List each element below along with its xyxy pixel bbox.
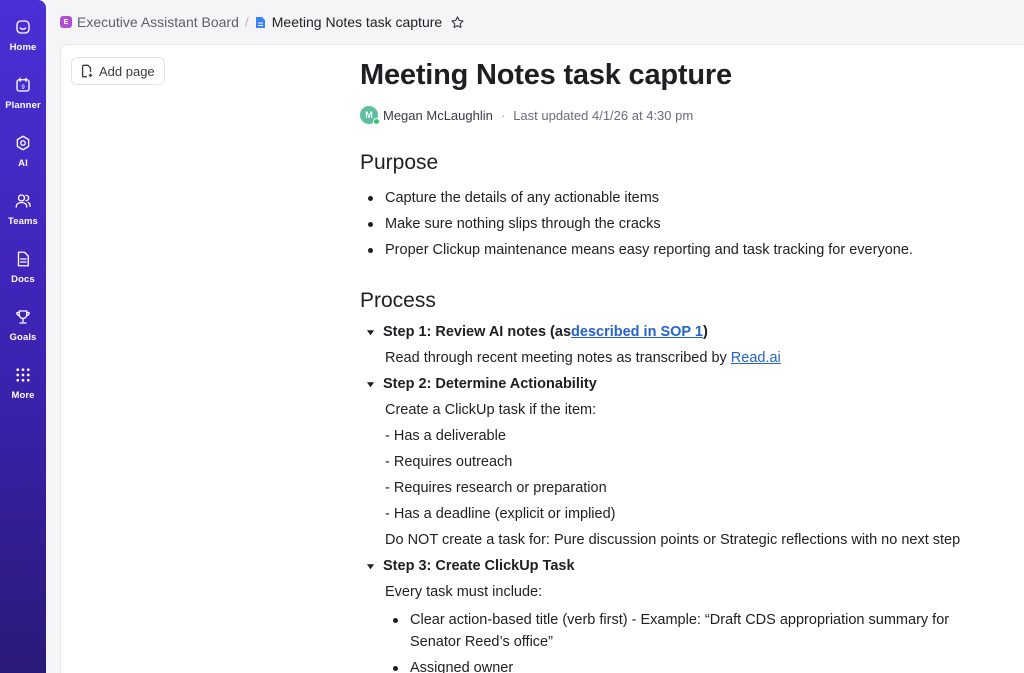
step-2-line: - Has a deliverable <box>385 428 506 444</box>
caret-down-icon[interactable] <box>366 562 375 571</box>
doc-panel: Add page Meeting Notes task capture M Me… <box>60 44 1024 673</box>
step-2-line: Do NOT create a task for: Pure discussio… <box>385 532 961 548</box>
doc-icon <box>255 16 265 28</box>
nav-home[interactable]: Home <box>0 10 46 68</box>
calendar-icon: 9 <box>12 74 34 96</box>
nav-planner[interactable]: 9 Planner <box>0 68 46 126</box>
step-1-body-text: Read through recent meeting notes as tra… <box>385 350 731 366</box>
nav-label: Docs <box>11 274 35 285</box>
nav-label: Planner <box>5 100 41 111</box>
process-steps: Step 1: Review AI notes (as described in… <box>360 319 1020 673</box>
nav-teams[interactable]: Teams <box>0 184 46 242</box>
list-item: Clear action-based title (verb first) - … <box>385 609 985 653</box>
doc-content: Meeting Notes task capture M Megan McLau… <box>360 59 1020 673</box>
step-2-body: Create a ClickUp task if the item: - Has… <box>360 397 1020 553</box>
nav-docs[interactable]: Docs <box>0 242 46 300</box>
add-page-icon <box>81 64 93 78</box>
home-icon <box>12 16 34 38</box>
breadcrumb-current-doc[interactable]: Meeting Notes task capture <box>255 14 442 30</box>
step-3-requirements: Clear action-based title (verb first) - … <box>360 609 1020 673</box>
caret-down-icon[interactable] <box>366 380 375 389</box>
process-heading: Process <box>360 289 436 312</box>
step-3-heading: Step 3: Create ClickUp Task <box>383 558 575 574</box>
nav-goals[interactable]: Goals <box>0 300 46 358</box>
left-nav-sidebar: Home 9 Planner AI Teams Docs Goals More <box>0 0 46 673</box>
trophy-icon <box>12 306 34 328</box>
avatar[interactable]: M <box>360 106 380 125</box>
favorite-star-icon[interactable] <box>450 15 465 30</box>
sop-1-link[interactable]: described in SOP 1 <box>571 319 703 345</box>
online-status-dot <box>373 118 380 125</box>
page-title[interactable]: Meeting Notes task capture <box>360 59 1020 92</box>
breadcrumb-board-label: Executive Assistant Board <box>77 14 239 30</box>
list-item: Make sure nothing slips through the crac… <box>360 211 1020 237</box>
nav-label: AI <box>18 158 28 169</box>
step-2-line: - Requires outreach <box>385 454 513 470</box>
add-page-button[interactable]: Add page <box>71 57 165 85</box>
step-2-toggle[interactable]: Step 2: Determine Actionability <box>360 371 1020 397</box>
step-2-heading: Step 2: Determine Actionability <box>383 376 597 392</box>
purpose-list: Capture the details of any actionable it… <box>360 185 1020 263</box>
step-2-line: - Has a deadline (explicit or implied) <box>385 506 616 522</box>
meta-separator: · <box>500 107 506 123</box>
nav-label: More <box>11 390 35 401</box>
list-item: Proper Clickup maintenance means easy re… <box>360 237 1020 263</box>
read-ai-link[interactable]: Read.ai <box>731 350 781 366</box>
step-3-toggle[interactable]: Step 3: Create ClickUp Task <box>360 553 1020 579</box>
step-3-body: Every task must include: <box>360 579 1020 605</box>
nav-label: Goals <box>9 332 37 343</box>
nav-label: Teams <box>8 216 38 227</box>
breadcrumb-current-label: Meeting Notes task capture <box>271 14 443 30</box>
step-3-intro: Every task must include: <box>385 584 543 600</box>
list-item: Capture the details of any actionable it… <box>360 185 1020 211</box>
ai-icon <box>12 132 34 154</box>
board-badge-icon: E <box>60 16 72 28</box>
step-1-prefix: Step 1: Review AI notes (as <box>383 324 572 340</box>
nav-more[interactable]: More <box>0 358 46 416</box>
list-item: Assigned owner <box>385 657 1020 673</box>
author-name[interactable]: Megan McLaughlin <box>383 108 493 123</box>
caret-down-icon[interactable] <box>366 328 375 337</box>
step-2-line: Create a ClickUp task if the item: <box>385 402 597 418</box>
add-page-label: Add page <box>99 63 155 79</box>
grid-icon <box>12 364 34 386</box>
last-updated: Last updated 4/1/26 at 4:30 pm <box>513 107 694 123</box>
breadcrumb-board[interactable]: E Executive Assistant Board <box>60 14 239 30</box>
step-1-body: Read through recent meeting notes as tra… <box>360 345 1020 371</box>
svg-text:9: 9 <box>21 85 25 91</box>
doc-meta: M Megan McLaughlin · Last updated 4/1/26… <box>360 106 1020 125</box>
nav-ai[interactable]: AI <box>0 126 46 184</box>
step-1-toggle[interactable]: Step 1: Review AI notes (as described in… <box>360 319 1020 345</box>
breadcrumb: E Executive Assistant Board / Meeting No… <box>46 0 1024 44</box>
nav-label: Home <box>9 42 37 53</box>
docs-icon <box>12 248 34 270</box>
teams-icon <box>12 190 34 212</box>
step-1-suffix: ) <box>702 324 708 340</box>
avatar-initial: M <box>365 110 373 120</box>
breadcrumb-separator: / <box>244 14 249 30</box>
step-2-line: - Requires research or preparation <box>385 480 607 496</box>
purpose-heading: Purpose <box>360 151 439 174</box>
